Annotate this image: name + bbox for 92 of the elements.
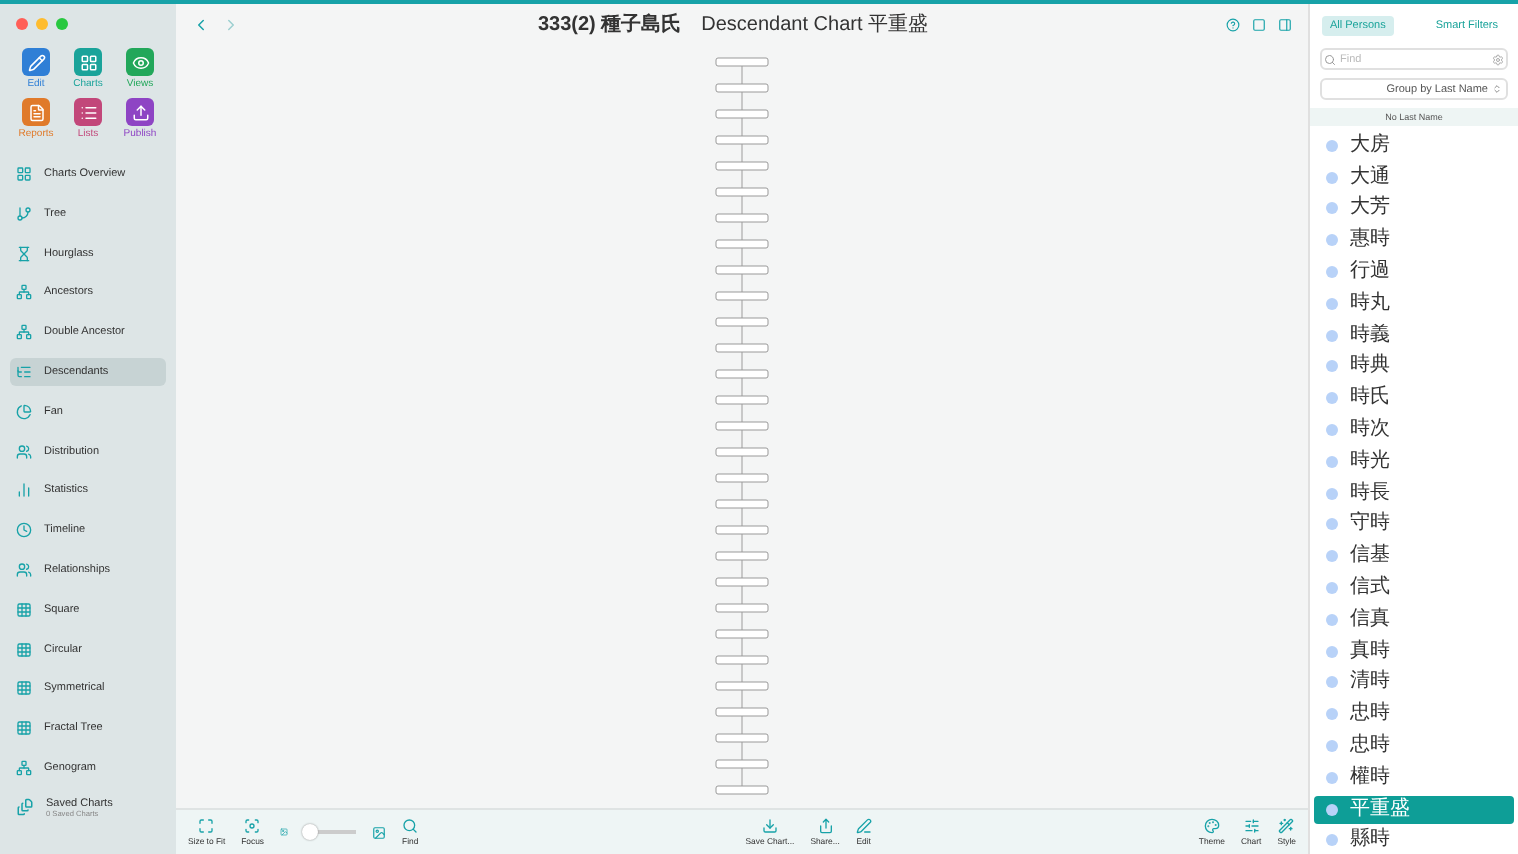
zoom-slider[interactable] (304, 824, 357, 840)
settings-icon[interactable] (1492, 53, 1504, 65)
person-name: 時典 (1350, 356, 1390, 377)
person-row[interactable]: 行過 (1314, 258, 1514, 286)
search-icon (402, 818, 419, 834)
avatar-icon (1326, 139, 1338, 152)
avatar-icon (1326, 834, 1338, 847)
person-name: 行過 (1350, 262, 1390, 283)
minimize-button[interactable] (36, 18, 48, 30)
avatar-icon (1326, 771, 1338, 784)
back-button[interactable] (192, 15, 210, 33)
person-name: 清時 (1350, 672, 1390, 693)
hourglass-icon (16, 245, 32, 262)
avatar-icon (1326, 676, 1338, 689)
person-row[interactable]: 惠時 (1314, 226, 1514, 255)
person-name: 忠時 (1350, 736, 1390, 757)
avatar-icon (1326, 550, 1338, 563)
person-name: 大房 (1350, 135, 1390, 156)
person-row[interactable]: 忠時 (1314, 732, 1514, 760)
person-name: 時義 (1350, 325, 1390, 346)
person-row[interactable]: 時典 (1314, 353, 1514, 381)
person-name: 信式 (1350, 578, 1390, 599)
avatar-icon (1326, 360, 1338, 373)
avatar-icon (1326, 803, 1338, 816)
person-row[interactable]: 時義 (1314, 321, 1514, 350)
person-row[interactable]: 真時 (1314, 637, 1514, 666)
person-row[interactable]: 時光 (1314, 447, 1514, 476)
person-name: 忠時 (1350, 704, 1390, 725)
avatar-icon (1326, 708, 1338, 721)
person-row[interactable]: 大芳 (1314, 195, 1514, 223)
avatar-icon (1326, 487, 1338, 500)
avatar-icon (1326, 234, 1338, 247)
person-name: 權時 (1350, 767, 1390, 788)
window-icon[interactable] (1252, 17, 1266, 31)
person-name: 大通 (1350, 167, 1390, 188)
avatar-icon (1326, 392, 1338, 405)
person-name: 時次 (1350, 420, 1390, 441)
avatar-icon (1326, 424, 1338, 437)
person-name: 時氏 (1350, 388, 1390, 409)
avatar-icon (1326, 582, 1338, 595)
search-icon (1324, 53, 1336, 65)
avatar-icon (1326, 266, 1338, 279)
edit-icon (855, 818, 872, 834)
large-image-icon (372, 825, 387, 839)
person-row[interactable]: 時丸 (1314, 289, 1514, 318)
person-row[interactable]: 權時 (1314, 763, 1514, 792)
person-row[interactable]: 清時 (1314, 669, 1514, 697)
avatar-icon (1326, 202, 1338, 215)
person-row[interactable]: 縣時 (1314, 827, 1514, 854)
sidebar-toggle-icon[interactable] (1278, 17, 1292, 31)
person-name: 時光 (1350, 451, 1390, 472)
person-name: 平重盛 (1350, 799, 1410, 820)
person-name: 時長 (1350, 483, 1390, 504)
person-name: 真時 (1350, 641, 1390, 662)
zoom-button[interactable] (56, 18, 68, 30)
person-name: 時丸 (1350, 293, 1390, 314)
person-row[interactable]: 信真 (1314, 605, 1514, 634)
avatar-icon (1326, 171, 1338, 184)
avatar-icon (1326, 329, 1338, 342)
person-row[interactable]: 信基 (1314, 542, 1514, 571)
person-row[interactable]: 忠時 (1314, 700, 1514, 729)
person-row[interactable]: 時氏 (1314, 384, 1514, 413)
small-image-icon (280, 828, 289, 836)
person-name: 信基 (1350, 546, 1390, 567)
avatar-icon (1326, 297, 1338, 310)
help-icon[interactable] (1226, 17, 1240, 31)
zoom-thumb[interactable] (301, 824, 318, 840)
tree-icon (16, 205, 32, 222)
forward-button[interactable] (222, 15, 240, 33)
updown-icon (1492, 84, 1502, 94)
edit-icon (27, 53, 45, 71)
person-name: 惠時 (1350, 230, 1390, 251)
person-row[interactable]: 大房 (1314, 132, 1514, 160)
person-row[interactable]: 大通 (1314, 163, 1514, 192)
chart-title: Descendant Chart 平重盛 (701, 11, 929, 38)
person-row[interactable]: 信式 (1314, 574, 1514, 602)
person-name: 縣時 (1350, 830, 1390, 851)
person-name: 守時 (1350, 514, 1390, 535)
focus-icon (244, 818, 261, 834)
person-row[interactable]: 時長 (1314, 479, 1514, 508)
close-button[interactable] (16, 18, 28, 30)
person-name: 信真 (1350, 609, 1390, 630)
avatar-icon (1326, 518, 1338, 531)
stack-icon (16, 798, 34, 817)
avatar-icon (1326, 613, 1338, 626)
person-name: 大芳 (1350, 198, 1390, 219)
avatar-icon (1326, 455, 1338, 468)
avatar-icon (1326, 740, 1338, 753)
avatar-icon (1326, 645, 1338, 658)
person-row[interactable]: 時次 (1314, 416, 1514, 444)
person-title: 333(2) 種子島氏 (537, 11, 682, 38)
person-row[interactable]: 守時 (1314, 511, 1514, 539)
